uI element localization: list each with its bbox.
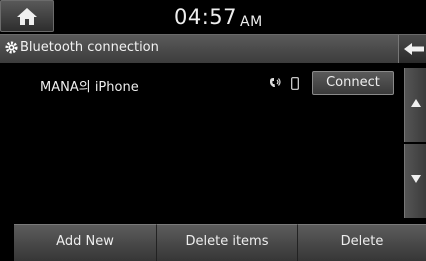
clock-ampm: AM: [240, 14, 263, 30]
add-new-button[interactable]: Add New: [14, 224, 157, 261]
triangle-up-icon: [411, 99, 421, 107]
title-bar: Bluetooth connection: [0, 34, 426, 63]
bottom-toolbar: Add New Delete items Delete: [0, 224, 426, 261]
phone-device-icon: [291, 77, 299, 90]
delete-items-button[interactable]: Delete items: [157, 224, 298, 261]
clock: 04:57 AM: [174, 5, 263, 30]
triangle-down-icon: [411, 175, 421, 183]
phone-audio-icon: [269, 78, 281, 87]
gear-icon: [5, 41, 18, 54]
connect-button[interactable]: Connect: [312, 71, 394, 95]
back-button[interactable]: [398, 35, 426, 63]
device-list: MANA의 iPhone Connect: [0, 63, 404, 221]
home-icon: [17, 8, 37, 25]
status-bar: 04:57 AM: [0, 0, 426, 34]
back-arrow-icon: [404, 43, 424, 55]
home-button[interactable]: [0, 0, 54, 32]
scroll-down-button[interactable]: [404, 144, 426, 218]
list-item[interactable]: MANA의 iPhone Connect: [0, 71, 404, 97]
device-name: MANA의 iPhone: [40, 80, 139, 95]
delete-button[interactable]: Delete: [298, 224, 426, 261]
clock-time: 04:57: [174, 5, 238, 29]
page-title: Bluetooth connection: [20, 40, 159, 55]
scroll-up-button[interactable]: [404, 68, 426, 142]
